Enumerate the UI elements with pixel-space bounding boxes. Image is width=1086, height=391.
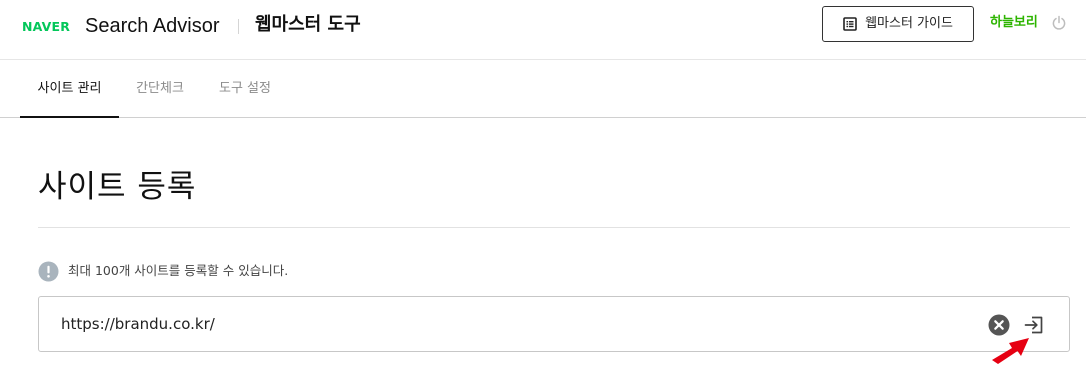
tab-site-management[interactable]: 사이트 관리 xyxy=(20,60,119,118)
title-divider xyxy=(38,227,1070,228)
logo-divider xyxy=(238,19,239,34)
clear-circle-icon[interactable] xyxy=(988,314,1010,336)
webmaster-guide-label: 웹마스터 가이드 xyxy=(865,16,953,31)
document-list-icon xyxy=(843,17,857,31)
page-title: 사이트 등록 xyxy=(38,169,197,205)
red-pointer-arrow-icon xyxy=(992,338,1029,364)
tab-tool-settings[interactable]: 도구 설정 xyxy=(216,60,274,117)
notice-text: 최대 100개 사이트를 등록할 수 있습니다. xyxy=(68,263,289,278)
power-icon[interactable] xyxy=(1051,15,1067,31)
notice: 최대 100개 사이트를 등록할 수 있습니다. xyxy=(38,260,288,282)
naver-logo[interactable]: NAVER xyxy=(22,19,70,35)
tab-simple-check[interactable]: 간단체크 xyxy=(133,60,187,117)
webmaster-guide-button[interactable]: 웹마스터 가이드 xyxy=(822,6,974,42)
exclamation-circle-icon xyxy=(38,261,59,281)
username[interactable]: 하늘보리 xyxy=(990,14,1038,32)
site-url-field xyxy=(38,296,1070,352)
enter-arrow-icon[interactable] xyxy=(1023,314,1045,336)
site-url-input[interactable] xyxy=(61,311,961,337)
top-header: NAVER Search Advisor 웹마스터 도구 웹마스터 가이드 하늘… xyxy=(0,0,1086,60)
search-advisor-logo[interactable]: Search Advisor xyxy=(85,14,220,38)
nav-tabs: 사이트 관리 간단체크 도구 설정 xyxy=(0,60,1086,118)
webmaster-tool-title[interactable]: 웹마스터 도구 xyxy=(255,13,361,37)
